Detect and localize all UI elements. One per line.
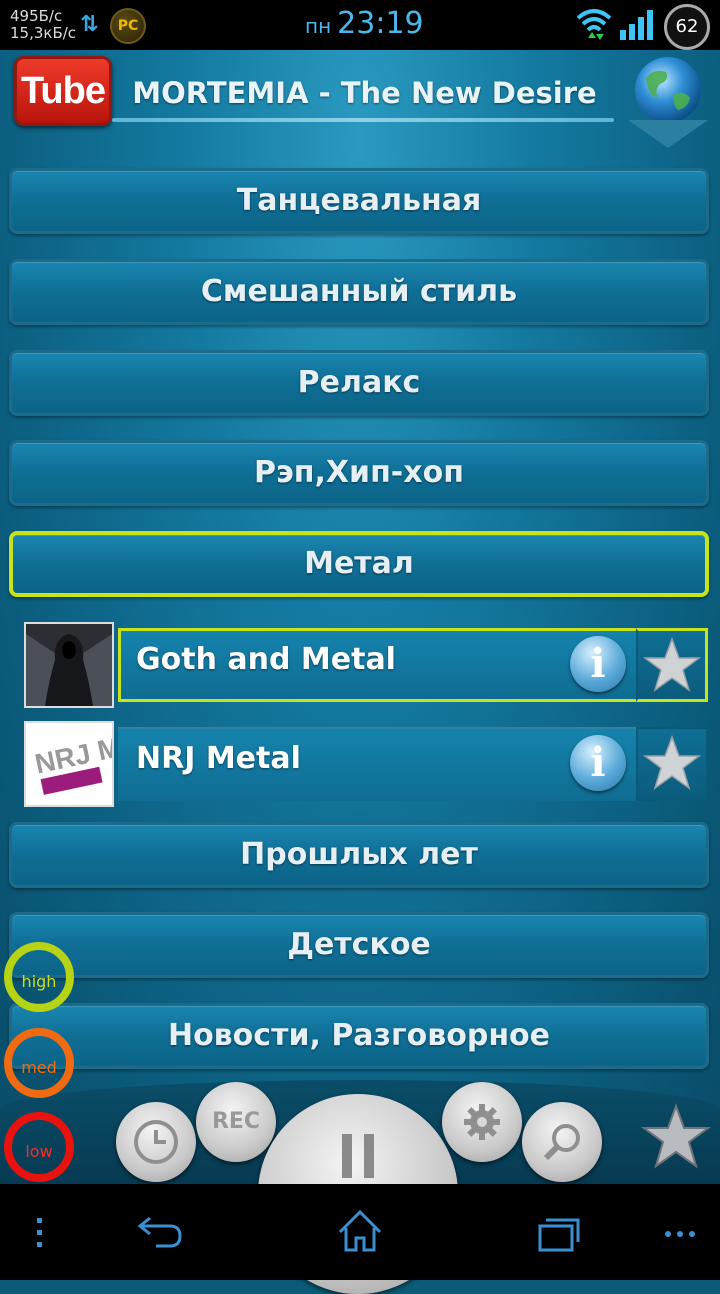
data-transfer-icon: ⇅ xyxy=(80,12,99,37)
youtube-logo-button[interactable]: Tube xyxy=(14,56,112,126)
battery-icon: 62 xyxy=(664,4,710,50)
more-dots-icon[interactable] xyxy=(662,1184,702,1280)
category-rap-hiphop[interactable]: Рэп,Хип-хоп xyxy=(9,440,709,506)
station-thumbnail xyxy=(24,622,114,708)
wifi-icon xyxy=(576,9,612,40)
recent-apps-icon[interactable] xyxy=(536,1184,584,1280)
info-icon[interactable]: i xyxy=(570,636,626,692)
quality-med-button[interactable]: med xyxy=(4,1028,74,1098)
status-time: 23:19 xyxy=(337,6,424,41)
star-icon xyxy=(642,734,702,790)
title-underline xyxy=(112,118,614,122)
quality-low-button[interactable]: low xyxy=(4,1112,74,1182)
search-icon xyxy=(543,1124,580,1161)
clock-icon xyxy=(134,1120,178,1164)
status-bar: 495Б/с 15,3кБ/с ⇅ PC пн 23:19 62 xyxy=(0,0,720,50)
station-name: Goth and Metal xyxy=(136,642,396,677)
category-mixed[interactable]: Смешанный стиль xyxy=(9,259,709,325)
history-button[interactable] xyxy=(116,1102,196,1182)
net-down-speed: 495Б/с xyxy=(10,7,63,25)
search-button[interactable] xyxy=(522,1102,602,1182)
category-dance[interactable]: Танцевальная xyxy=(9,168,709,234)
now-playing-title: MORTEMIA - The New Desire xyxy=(132,76,597,110)
quality-high-button[interactable]: high xyxy=(4,942,74,1012)
back-icon[interactable] xyxy=(134,1184,184,1280)
station-nrj-metal[interactable]: NRJ METAL NRJ Metal i xyxy=(24,719,708,807)
category-metal[interactable]: Метал xyxy=(9,531,709,597)
home-icon[interactable] xyxy=(336,1184,384,1280)
dropdown-arrow-icon[interactable] xyxy=(628,120,708,148)
header: Tube MORTEMIA - The New Desire xyxy=(0,50,720,162)
status-day: пн xyxy=(305,14,332,38)
pc-connection-icon: PC xyxy=(110,8,146,44)
station-thumbnail: NRJ METAL xyxy=(24,721,114,807)
station-name: NRJ Metal xyxy=(136,741,301,776)
category-relax[interactable]: Релакс xyxy=(9,350,709,416)
menu-dots-icon[interactable] xyxy=(30,1184,50,1280)
pause-icon xyxy=(342,1134,374,1178)
settings-button[interactable] xyxy=(442,1082,522,1162)
cell-signal-icon xyxy=(620,10,653,40)
favorites-star-icon[interactable] xyxy=(638,1100,714,1176)
star-icon xyxy=(642,636,702,692)
net-up-speed: 15,3кБ/с xyxy=(10,24,77,42)
category-oldies[interactable]: Прошлых лет xyxy=(9,822,709,888)
android-navigation-bar xyxy=(0,1184,720,1280)
category-news-talk[interactable]: Новости, Разговорное xyxy=(9,1003,709,1069)
network-speed: 495Б/с 15,3кБ/с xyxy=(10,8,76,42)
station-goth-and-metal[interactable]: Goth and Metal i xyxy=(24,620,708,708)
favorite-button[interactable] xyxy=(636,727,708,801)
gear-icon xyxy=(464,1104,500,1140)
favorite-button[interactable] xyxy=(636,628,708,702)
category-kids[interactable]: Детское xyxy=(9,912,709,978)
info-icon[interactable]: i xyxy=(570,735,626,791)
globe-icon[interactable] xyxy=(632,54,704,126)
status-clock: пн 23:19 xyxy=(305,6,424,41)
main-screen: Tube MORTEMIA - The New Desire Танцеваль… xyxy=(0,50,720,1184)
